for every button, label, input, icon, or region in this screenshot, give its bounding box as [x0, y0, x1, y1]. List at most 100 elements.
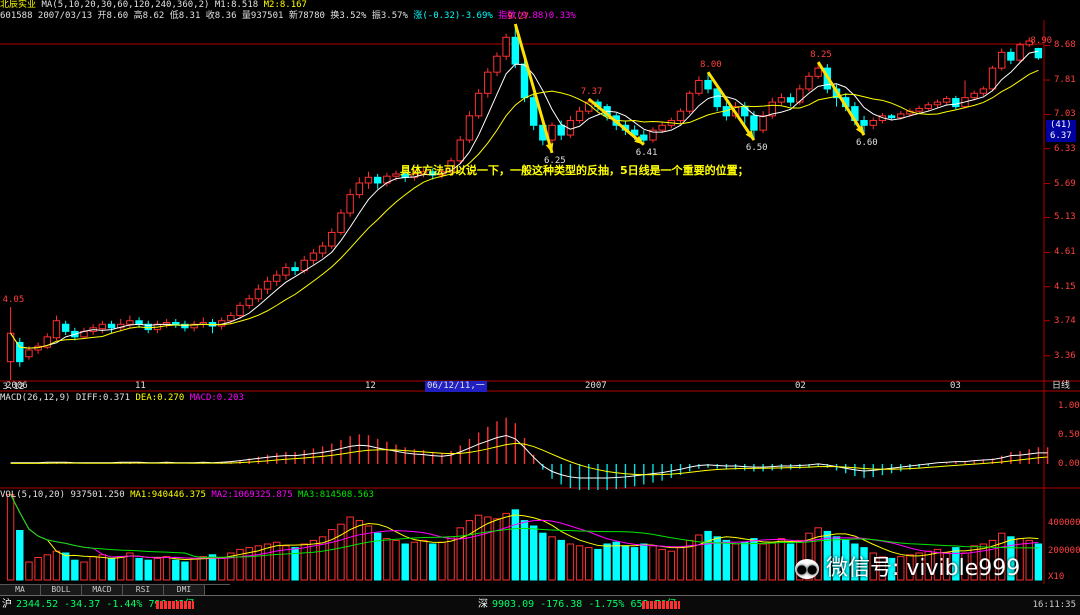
volume-title: VOL(5,10,20) — [0, 490, 66, 500]
sz-mini-bar — [642, 601, 680, 609]
volume-bar-up — [80, 561, 88, 581]
price-tick-label: 8.68 — [1054, 40, 1076, 51]
candle-up — [979, 88, 988, 94]
candle-up — [98, 323, 107, 330]
volume-bar-down — [621, 545, 630, 581]
volume-bar-up — [474, 514, 483, 581]
volume-bar-up — [731, 543, 740, 581]
candle-up — [695, 79, 703, 94]
price-tick-label: 5.69 — [1054, 178, 1076, 189]
candle-down — [860, 120, 868, 126]
volume-bar-up — [658, 548, 666, 581]
price-annotation: 8.00 — [700, 60, 722, 71]
volume-bar-up — [43, 554, 52, 581]
candle-up — [502, 36, 510, 57]
volume-bar-up — [383, 538, 391, 581]
candle-up — [796, 88, 804, 103]
volume-bar-down — [401, 543, 409, 581]
volume-value: 937501.250 — [70, 490, 125, 500]
watermark-text: 微信号: vivible999 — [826, 556, 1021, 581]
price-annotation: 8.25 — [810, 50, 832, 61]
price-tick-label: 7.81 — [1054, 75, 1076, 86]
volume-bar-up — [217, 557, 226, 581]
candle-up — [318, 245, 327, 254]
volume-bar-down — [291, 547, 299, 581]
candle-down — [291, 267, 299, 272]
volume-tick-label: 400000 — [1048, 518, 1080, 528]
candlestick-chart[interactable] — [0, 0, 1080, 595]
candle-down — [135, 320, 143, 325]
volume-bar-up — [502, 512, 510, 581]
volume-bar-up — [126, 552, 134, 581]
volume-bar-up — [667, 550, 676, 581]
volume-bar-up — [585, 547, 593, 581]
price-tick-label: 5.13 — [1054, 212, 1076, 223]
volume-ma3: MA3:814508.563 — [298, 490, 374, 500]
price-badge-bottom: 6.37 — [1050, 131, 1072, 141]
candle-up — [805, 75, 813, 90]
volume-bar-up — [337, 523, 345, 581]
volume-bar-down — [144, 559, 152, 581]
volume-bar-up — [493, 518, 501, 581]
sh-mini-bar — [156, 601, 194, 609]
volume-ma1: MA1:940446.375 — [130, 490, 206, 500]
volume-bar-down — [529, 525, 538, 581]
volume-bar-up — [768, 541, 776, 581]
volume-bar-up — [153, 557, 162, 581]
volume-bar-up — [98, 554, 107, 581]
price-badge-top: (41) — [1050, 120, 1072, 130]
macd-title: MACD(26,12,9) — [0, 393, 71, 403]
price-annotation: 3.12 — [2, 382, 25, 392]
volume-bar-up — [575, 545, 584, 581]
macd-diff: DIFF:0.371 — [75, 393, 131, 403]
price-annotation: 8.90 — [1030, 35, 1053, 46]
candle-down — [786, 97, 795, 103]
candle-down — [16, 341, 24, 363]
candle-up — [392, 173, 400, 177]
candle-down — [750, 115, 758, 131]
candle-down — [1034, 48, 1043, 59]
macd-tick-label: 0.00 — [1058, 459, 1080, 469]
time-axis-label: 日线 — [1052, 381, 1071, 391]
price-tick-label: 7.03 — [1054, 109, 1076, 120]
price-tick-label: 4.61 — [1054, 247, 1076, 258]
volume-bar-up — [300, 543, 308, 581]
candle-down — [887, 115, 896, 119]
candle-down — [640, 134, 648, 141]
candle-down — [557, 124, 565, 136]
volume-bar-up — [484, 516, 492, 581]
candle-up — [869, 120, 877, 126]
volume-ma2: MA2:1069325.875 — [211, 490, 293, 500]
candle-down — [511, 36, 520, 65]
volume-bar-up — [649, 545, 657, 581]
candle-up — [493, 55, 501, 73]
candle-up — [676, 110, 685, 122]
volume-bar-up — [6, 494, 15, 581]
time-axis-label: 06/12/11,一 — [425, 381, 487, 392]
candle-up — [484, 71, 492, 94]
candle-up — [997, 51, 1006, 69]
volume-bar-up — [465, 520, 474, 581]
candle-up — [924, 104, 932, 109]
volume-bar-up — [162, 556, 171, 581]
volume-bar-up — [282, 545, 290, 581]
volume-bar-down — [1034, 543, 1043, 581]
candle-up — [814, 67, 822, 77]
volume-bar-down — [16, 530, 24, 581]
volume-bar-down — [786, 543, 795, 581]
volume-bar-down — [612, 541, 620, 581]
volume-bar-up — [117, 556, 125, 581]
candle-up — [328, 231, 336, 247]
candle-up — [273, 274, 281, 282]
candle-up — [1016, 44, 1024, 61]
candle-up — [282, 267, 290, 276]
price-badge: (41) 6.37 — [1046, 120, 1076, 142]
time-axis-label: 03 — [950, 381, 961, 391]
candle-up — [988, 67, 997, 90]
volume-bar-up — [355, 520, 364, 581]
volume-bar-up — [676, 547, 685, 581]
status-bar: 沪 2344.52 -34.37 -1.44% 796.42亿 深 9903.0… — [0, 595, 1080, 615]
candle-up — [456, 139, 464, 162]
volume-bar-up — [759, 543, 767, 581]
volume-bar-up — [548, 536, 556, 581]
